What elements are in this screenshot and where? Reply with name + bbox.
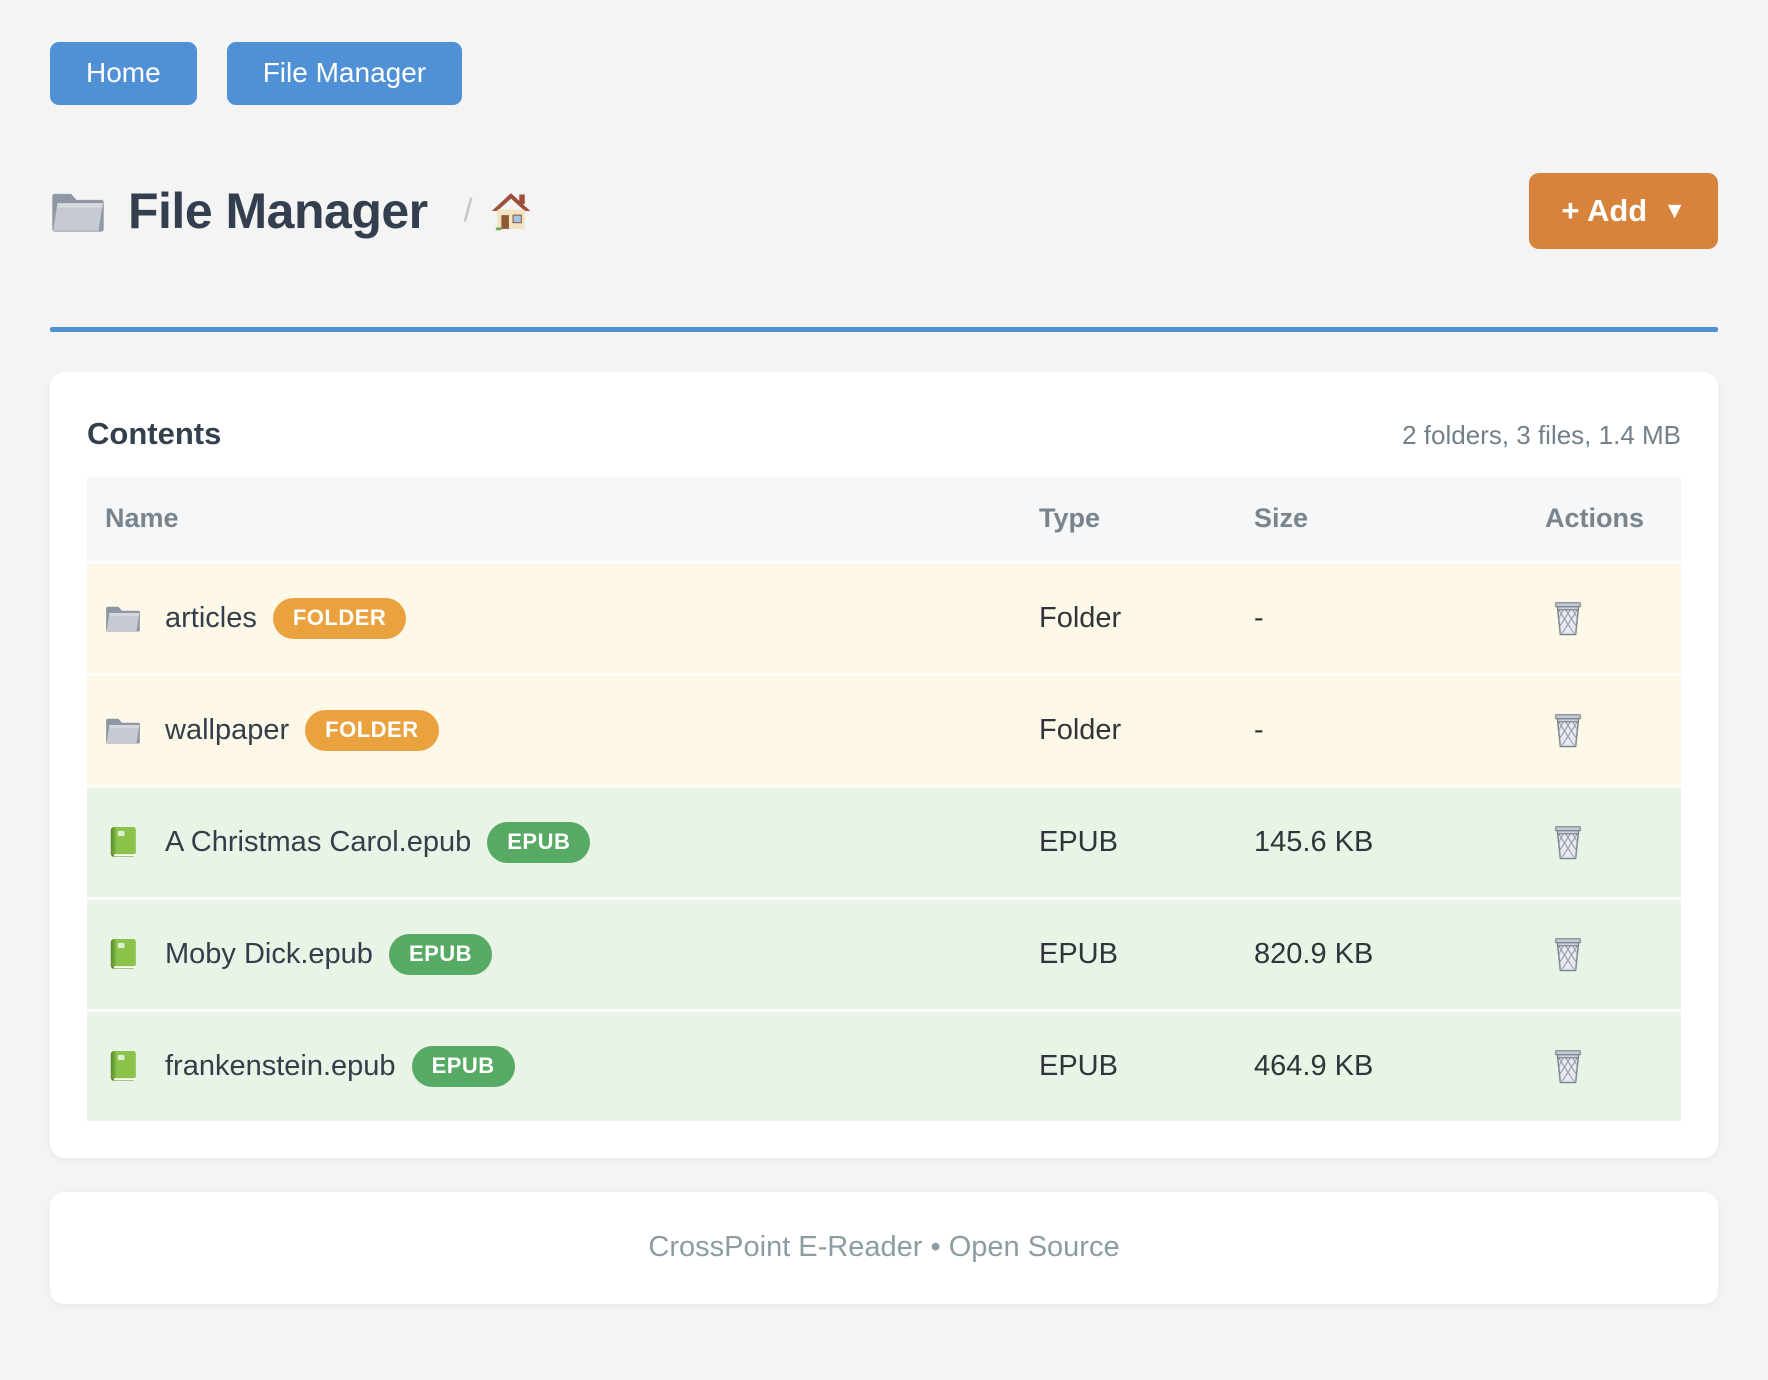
- actions-cell: [1539, 818, 1681, 867]
- file-type: Folder: [1039, 714, 1254, 747]
- trash-icon: [1549, 598, 1587, 638]
- name-cell: wallpaper FOLDER: [87, 710, 1039, 751]
- file-manager-button[interactable]: File Manager: [227, 42, 462, 105]
- table-row[interactable]: Moby Dick.epub EPUB EPUB 820.9 KB: [87, 897, 1681, 1009]
- file-type-badge: EPUB: [412, 1046, 515, 1087]
- actions-cell: [1539, 594, 1681, 643]
- file-size: -: [1254, 602, 1539, 635]
- book-icon: [105, 825, 141, 859]
- folder-icon: [105, 601, 141, 635]
- table-row[interactable]: A Christmas Carol.epub EPUB EPUB 145.6 K…: [87, 785, 1681, 897]
- file-size: 820.9 KB: [1254, 938, 1539, 971]
- add-button-label: + Add: [1561, 193, 1647, 229]
- column-header-type: Type: [1039, 503, 1254, 534]
- file-name[interactable]: articles: [165, 602, 257, 635]
- table-row[interactable]: articles FOLDER Folder -: [87, 561, 1681, 673]
- trash-icon: [1549, 710, 1587, 750]
- file-size: 145.6 KB: [1254, 826, 1539, 859]
- top-nav: Home File Manager: [50, 42, 1718, 105]
- file-type: EPUB: [1039, 1050, 1254, 1083]
- delete-button[interactable]: [1545, 818, 1591, 866]
- header-divider: [50, 327, 1718, 332]
- actions-cell: [1539, 706, 1681, 755]
- trash-icon: [1549, 822, 1587, 862]
- file-type: Folder: [1039, 602, 1254, 635]
- column-header-size: Size: [1254, 503, 1539, 534]
- delete-button[interactable]: [1545, 930, 1591, 978]
- table-row[interactable]: frankenstein.epub EPUB EPUB 464.9 KB: [87, 1009, 1681, 1121]
- file-name[interactable]: Moby Dick.epub: [165, 938, 373, 971]
- name-cell: frankenstein.epub EPUB: [87, 1046, 1039, 1087]
- breadcrumb-separator: /: [464, 192, 473, 229]
- contents-card: Contents 2 folders, 3 files, 1.4 MB Name…: [50, 372, 1718, 1158]
- folder-icon: [50, 187, 106, 235]
- footer: CrossPoint E-Reader • Open Source: [50, 1192, 1718, 1304]
- column-header-name: Name: [87, 503, 1039, 534]
- page-header: File Manager / + Add ▼: [50, 173, 1718, 249]
- table-body: articles FOLDER Folder - wallpaper FOLDE…: [87, 561, 1681, 1121]
- column-header-actions: Actions: [1539, 503, 1681, 534]
- file-type-badge: EPUB: [487, 822, 590, 863]
- name-cell: A Christmas Carol.epub EPUB: [87, 822, 1039, 863]
- file-size: -: [1254, 714, 1539, 747]
- table-header-row: Name Type Size Actions: [87, 477, 1681, 561]
- actions-cell: [1539, 1042, 1681, 1091]
- contents-header: Contents 2 folders, 3 files, 1.4 MB: [87, 416, 1681, 452]
- file-type-badge: EPUB: [389, 934, 492, 975]
- home-breadcrumb-icon[interactable]: [489, 190, 533, 232]
- file-type: EPUB: [1039, 938, 1254, 971]
- file-type: EPUB: [1039, 826, 1254, 859]
- file-name[interactable]: wallpaper: [165, 714, 289, 747]
- file-name[interactable]: A Christmas Carol.epub: [165, 826, 471, 859]
- trash-icon: [1549, 1046, 1587, 1086]
- contents-title: Contents: [87, 416, 221, 452]
- trash-icon: [1549, 934, 1587, 974]
- chevron-down-icon: ▼: [1663, 199, 1686, 222]
- name-cell: Moby Dick.epub EPUB: [87, 934, 1039, 975]
- file-size: 464.9 KB: [1254, 1050, 1539, 1083]
- file-table: Name Type Size Actions articles FOLDER F…: [87, 477, 1681, 1121]
- contents-summary: 2 folders, 3 files, 1.4 MB: [1402, 420, 1681, 451]
- file-name[interactable]: frankenstein.epub: [165, 1050, 396, 1083]
- delete-button[interactable]: [1545, 706, 1591, 754]
- file-type-badge: FOLDER: [273, 598, 406, 639]
- book-icon: [105, 1049, 141, 1083]
- name-cell: articles FOLDER: [87, 598, 1039, 639]
- page-title: File Manager: [128, 182, 428, 240]
- table-row[interactable]: wallpaper FOLDER Folder -: [87, 673, 1681, 785]
- home-button[interactable]: Home: [50, 42, 197, 105]
- delete-button[interactable]: [1545, 594, 1591, 642]
- footer-text: CrossPoint E-Reader • Open Source: [648, 1231, 1119, 1264]
- actions-cell: [1539, 930, 1681, 979]
- add-button[interactable]: + Add ▼: [1529, 173, 1718, 249]
- file-type-badge: FOLDER: [305, 710, 438, 751]
- folder-icon: [105, 713, 141, 747]
- book-icon: [105, 937, 141, 971]
- delete-button[interactable]: [1545, 1042, 1591, 1090]
